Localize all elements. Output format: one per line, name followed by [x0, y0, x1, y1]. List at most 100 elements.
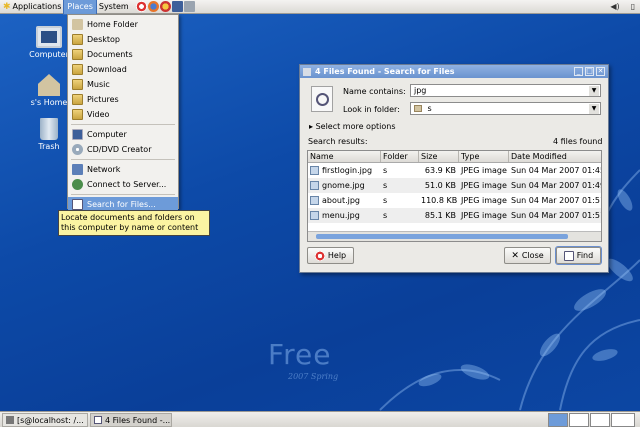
- column-header-folder[interactable]: Folder: [381, 151, 419, 162]
- menu-item-documents[interactable]: Documents: [68, 47, 178, 62]
- menu-item-video[interactable]: Video: [68, 107, 178, 122]
- more-options-expander[interactable]: ▸ Select more options: [309, 122, 396, 131]
- chevron-down-icon[interactable]: ▼: [589, 86, 599, 96]
- table-row[interactable]: about.jpg s 110.8 KB JPEG image Sun 04 M…: [308, 193, 601, 208]
- desktop-icon-label: Trash: [38, 142, 60, 151]
- table-row[interactable]: menu.jpg s 85.1 KB JPEG image Sun 04 Mar…: [308, 208, 601, 223]
- terminal-launcher-icon[interactable]: [171, 1, 183, 12]
- workspace-2[interactable]: [569, 413, 589, 427]
- file-folder: s: [383, 181, 388, 190]
- column-header-name[interactable]: Name: [308, 151, 381, 162]
- column-header-type[interactable]: Type: [459, 151, 509, 162]
- minimize-button[interactable]: _: [574, 67, 583, 76]
- trash-icon: [40, 118, 58, 140]
- volume-icon[interactable]: ◀): [610, 1, 620, 12]
- name-contains-input[interactable]: jpg ▼: [410, 84, 601, 97]
- search-icon: [72, 199, 83, 210]
- desktop-icon-label: s's Home: [30, 98, 68, 107]
- file-name: menu.jpg: [322, 211, 360, 220]
- file-folder: s: [383, 166, 388, 175]
- gnome-foot-icon: ✱: [3, 1, 11, 12]
- chevron-down-icon[interactable]: ▼: [589, 104, 599, 114]
- system-menu-label: System: [98, 2, 129, 11]
- folder-icon: [72, 49, 83, 60]
- help-launcher-icon[interactable]: [135, 1, 147, 12]
- menu-item-label: Video: [87, 110, 110, 119]
- close-button-label: Close: [521, 251, 544, 260]
- taskbar-item-label: [s@localhost: /...: [17, 415, 84, 425]
- computer-icon: [36, 26, 62, 48]
- logout-icon[interactable]: ▯: [628, 1, 638, 12]
- find-button[interactable]: Find: [555, 246, 602, 265]
- menu-item-label: Connect to Server...: [87, 180, 167, 189]
- email-launcher-icon[interactable]: [159, 1, 171, 12]
- file-folder: s: [383, 196, 388, 205]
- column-header-date-modified[interactable]: Date Modified: [509, 151, 601, 162]
- workspace-1[interactable]: [548, 413, 568, 427]
- close-window-button[interactable]: ✕: [596, 67, 605, 76]
- help-button[interactable]: Help: [307, 247, 354, 264]
- help-button-label: Help: [327, 251, 347, 260]
- menu-item-home-folder[interactable]: Home Folder: [68, 17, 178, 32]
- search-icon: [94, 416, 102, 424]
- file-size: 63.9 KB: [424, 166, 456, 175]
- taskbar-item-search[interactable]: 4 Files Found -...: [90, 413, 172, 427]
- panel-launchers: [135, 1, 195, 12]
- more-options-label: Select more options: [315, 122, 396, 131]
- table-row[interactable]: firstlogin.jpg s 63.9 KB JPEG image Sun …: [308, 163, 601, 178]
- home-folder-icon: [72, 19, 83, 30]
- workspace-4[interactable]: [611, 413, 635, 427]
- menu-item-connect-to-server[interactable]: Connect to Server...: [68, 177, 178, 192]
- menu-item-pictures[interactable]: Pictures: [68, 92, 178, 107]
- image-file-icon: [310, 211, 319, 220]
- file-date: Sun 04 Mar 2007 01:49: [511, 181, 601, 190]
- table-header: Name Folder Size Type Date Modified: [308, 151, 601, 163]
- file-type: JPEG image: [461, 166, 507, 175]
- column-header-size[interactable]: Size: [419, 151, 459, 162]
- window-menu-icon[interactable]: [303, 67, 311, 76]
- window-controls: _ □ ✕: [574, 67, 605, 76]
- table-row[interactable]: gnome.jpg s 51.0 KB JPEG image Sun 04 Ma…: [308, 178, 601, 193]
- menu-item-network[interactable]: Network: [68, 162, 178, 177]
- menu-item-computer[interactable]: Computer: [68, 127, 178, 142]
- system-menu[interactable]: System: [96, 0, 132, 14]
- folder-icon: [72, 94, 83, 105]
- taskbar-item-terminal[interactable]: [s@localhost: /...: [2, 413, 88, 427]
- close-button[interactable]: ✕ Close: [504, 247, 551, 264]
- bottom-panel: [s@localhost: /... 4 Files Found -...: [0, 411, 640, 427]
- menu-item-label: Pictures: [87, 95, 119, 104]
- folder-icon: [72, 34, 83, 45]
- menu-item-desktop[interactable]: Desktop: [68, 32, 178, 47]
- computer-icon: [72, 129, 83, 140]
- applications-menu[interactable]: ✱ Applications: [0, 0, 64, 14]
- menu-separator: [71, 159, 175, 160]
- folder-icon: [72, 109, 83, 120]
- menu-item-label: Download: [87, 65, 127, 74]
- file-launcher-icon[interactable]: [183, 1, 195, 12]
- file-type: JPEG image: [461, 196, 507, 205]
- close-icon: ✕: [511, 250, 519, 261]
- places-dropdown-menu: Home Folder Desktop Documents Download M…: [67, 14, 179, 212]
- globe-icon: [72, 179, 83, 190]
- menu-separator: [71, 194, 175, 195]
- file-size: 85.1 KB: [424, 211, 456, 220]
- horizontal-scrollbar[interactable]: [308, 231, 601, 241]
- taskbar-item-label: 4 Files Found -...: [105, 415, 171, 425]
- dialog-title-bar[interactable]: 4 Files Found - Search for Files: [300, 65, 608, 78]
- home-folder-icon: [38, 74, 60, 96]
- scrollbar-thumb[interactable]: [316, 234, 568, 239]
- web-browser-launcher-icon[interactable]: [147, 1, 159, 12]
- maximize-button[interactable]: □: [585, 67, 594, 76]
- workspace-3[interactable]: [590, 413, 610, 427]
- places-menu-label: Places: [67, 2, 93, 11]
- menu-item-download[interactable]: Download: [68, 62, 178, 77]
- look-in-folder-select[interactable]: s ▼: [410, 102, 601, 115]
- folder-icon: [72, 64, 83, 75]
- menu-item-cd-dvd-creator[interactable]: CD/DVD Creator: [68, 142, 178, 157]
- file-date: Sun 04 Mar 2007 01:51: [511, 211, 601, 220]
- places-menu[interactable]: Places: [63, 0, 97, 15]
- menu-item-music[interactable]: Music: [68, 77, 178, 92]
- results-count: 4 files found: [553, 137, 603, 146]
- file-date: Sun 04 Mar 2007 01:45: [511, 166, 601, 175]
- menu-item-label: Network: [87, 165, 121, 174]
